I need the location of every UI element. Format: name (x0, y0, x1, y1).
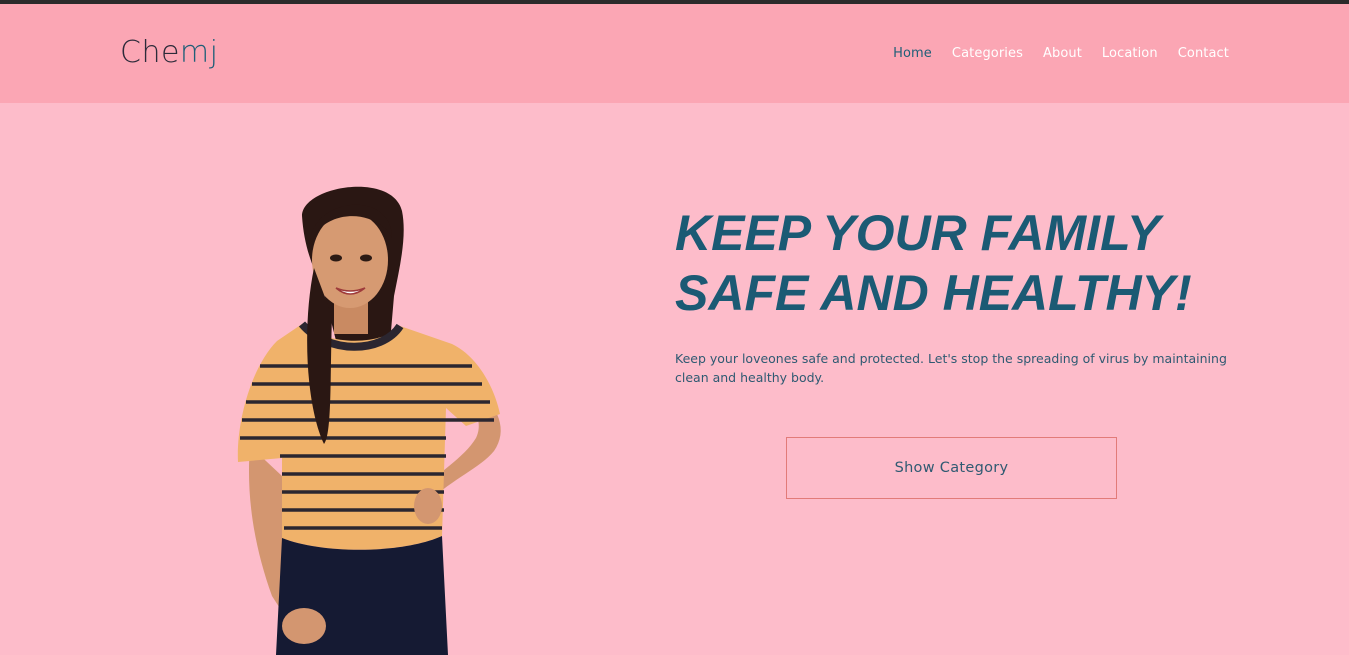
hero-description: Keep your loveones safe and protected. L… (675, 351, 1227, 385)
site-header: Chemj Home Categories About Location Con… (0, 4, 1349, 103)
nav-item-about[interactable]: About (1043, 46, 1082, 62)
hero-headline-line2: SAFE AND HEALTHY! (675, 265, 1192, 321)
brand-logo[interactable]: Chemj (120, 35, 218, 71)
brand-logo-part1: Che (120, 35, 180, 70)
nav-item-home[interactable]: Home (893, 46, 932, 62)
nav-item-categories[interactable]: Categories (952, 46, 1023, 62)
brand-logo-part2: mj (179, 35, 219, 70)
show-category-button[interactable]: Show Category (786, 437, 1117, 499)
nav-item-contact[interactable]: Contact (1178, 46, 1229, 62)
hero-person-image (237, 186, 501, 655)
hero-headline: KEEP YOUR FAMILY SAFE AND HEALTHY! (675, 203, 1275, 323)
hero-headline-line1: KEEP YOUR FAMILY (675, 205, 1161, 261)
main-nav: Home Categories About Location Contact (873, 46, 1229, 62)
nav-item-location[interactable]: Location (1102, 46, 1158, 62)
